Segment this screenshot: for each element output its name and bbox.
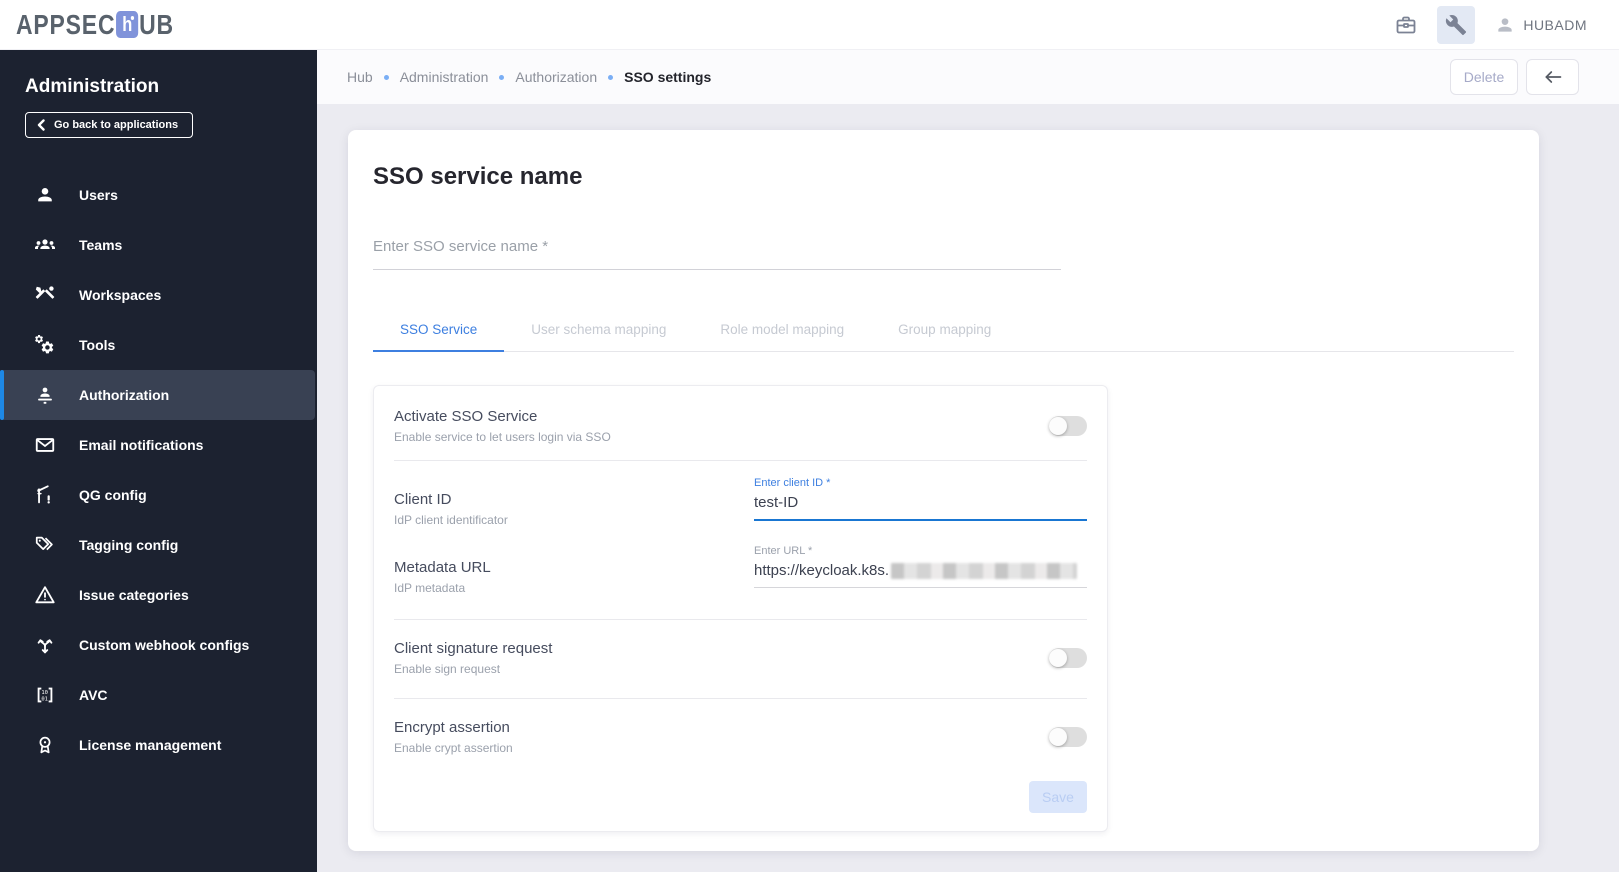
divider	[394, 698, 1087, 699]
metadata-url-row: Metadata URL IdP metadata Enter URL * ht…	[394, 545, 1087, 595]
breadcrumb-dot-icon	[608, 74, 614, 80]
tab-user-schema-mapping[interactable]: User schema mapping	[504, 312, 693, 351]
topbar: APPSEC h UB HUBADM	[0, 0, 1619, 50]
page-title: SSO service name	[373, 163, 583, 190]
encrypt-assertion-toggle[interactable]	[1049, 727, 1087, 747]
divider	[394, 619, 1087, 620]
encrypt-assertion-subtitle: Enable crypt assertion	[394, 741, 513, 755]
sidebar-item-authorization[interactable]: Authorization	[0, 370, 315, 420]
svg-text:10: 10	[41, 690, 48, 696]
sidebar-item-tagging-config[interactable]: Tagging config	[0, 520, 317, 570]
encrypt-assertion-row: Encrypt assertion Enable crypt assertion	[394, 719, 1087, 755]
tab-group-mapping[interactable]: Group mapping	[871, 312, 1018, 351]
briefcase-icon[interactable]	[1387, 6, 1425, 44]
client-signature-subtitle: Enable sign request	[394, 662, 501, 676]
activate-sso-toggle[interactable]	[1049, 416, 1087, 436]
sidebar-item-custom-webhook-configs[interactable]: Custom webhook configs	[0, 620, 317, 670]
encrypt-assertion-title: Encrypt assertion	[394, 719, 510, 736]
main-region: Hub Administration Authorization SSO set…	[317, 50, 1619, 872]
breadcrumb-dot-icon	[383, 74, 389, 80]
mail-icon	[33, 433, 57, 457]
sidebar-item-workspaces[interactable]: Workspaces	[0, 270, 317, 320]
redacted-url-segment	[891, 562, 1078, 579]
activate-sso-title: Activate SSO Service	[394, 408, 538, 425]
back-button[interactable]	[1526, 59, 1579, 95]
gate-icon	[33, 483, 57, 507]
breadcrumb: Hub Administration Authorization SSO set…	[347, 69, 711, 85]
username-label: HUBADM	[1523, 16, 1587, 33]
sidebar-item-issue-categories[interactable]: Issue categories	[0, 570, 317, 620]
go-back-to-applications-button[interactable]: Go back to applications	[25, 112, 194, 138]
sidebar-nav: Users Teams Workspaces Tools Authorizati…	[0, 170, 317, 770]
user-avatar-icon	[1498, 17, 1512, 32]
sidebar: Administration Go back to applications U…	[0, 50, 317, 872]
page-actions: Delete	[1450, 59, 1579, 95]
logo-h-square: h	[116, 11, 139, 38]
topbar-actions: HUBADM	[1387, 5, 1587, 44]
tab-sso-service[interactable]: SSO Service	[373, 312, 505, 352]
delete-button[interactable]: Delete	[1450, 59, 1518, 95]
assignment-person-icon	[33, 383, 57, 407]
svg-text:01: 01	[41, 697, 48, 703]
user-menu[interactable]: HUBADM	[1495, 15, 1587, 35]
breadcrumb-bar: Hub Administration Authorization SSO set…	[317, 50, 1619, 104]
metadata-url-input[interactable]: https://keycloak.k8s.	[754, 562, 1087, 588]
sidebar-item-tools[interactable]: Tools	[0, 320, 317, 370]
sso-service-form: Activate SSO Service Enable service to l…	[373, 385, 1108, 832]
person-icon	[33, 183, 57, 207]
sidebar-item-license-management[interactable]: License management	[0, 720, 317, 770]
client-signature-toggle[interactable]	[1049, 648, 1087, 668]
client-id-row: Client ID IdP client identificator Enter…	[394, 477, 1087, 527]
client-id-input[interactable]: test-ID	[754, 494, 1087, 521]
arrow-left-icon	[1545, 71, 1561, 83]
client-signature-row: Client signature request Enable sign req…	[394, 640, 1087, 676]
appsechub-logo: APPSEC h UB	[16, 9, 174, 41]
groups-icon	[33, 233, 57, 257]
breadcrumb-administration[interactable]: Administration	[400, 69, 489, 85]
breadcrumb-dot-icon	[499, 74, 505, 80]
sidebar-item-users[interactable]: Users	[0, 170, 317, 220]
admin-tools-icon[interactable]	[1437, 5, 1476, 44]
chevron-left-icon	[37, 119, 45, 131]
warning-triangle-icon	[33, 583, 57, 607]
tags-icon	[33, 533, 57, 557]
client-id-title: Client ID	[394, 491, 452, 508]
logo-text-pre: APPSEC	[16, 8, 116, 40]
sidebar-item-qg-config[interactable]: QG config	[0, 470, 317, 520]
metadata-url-subtitle: IdP metadata	[394, 581, 466, 595]
split-arrows-icon	[33, 633, 57, 657]
gears-icon	[33, 333, 57, 357]
construction-icon	[33, 283, 57, 307]
sso-settings-card: SSO service name SSO Service User schema…	[348, 130, 1539, 851]
medal-icon	[33, 733, 57, 757]
sidebar-item-email-notifications[interactable]: Email notifications	[0, 420, 317, 470]
breadcrumb-current: SSO settings	[624, 69, 712, 85]
binary-brackets-icon: 10 01	[33, 683, 57, 707]
tabs: SSO Service User schema mapping Role mod…	[373, 312, 1514, 352]
divider	[394, 460, 1087, 461]
breadcrumb-hub[interactable]: Hub	[347, 69, 373, 85]
breadcrumb-authorization[interactable]: Authorization	[515, 69, 597, 85]
sidebar-item-teams[interactable]: Teams	[0, 220, 317, 270]
sso-service-name-input[interactable]	[373, 238, 1061, 270]
sso-service-name-field	[373, 238, 1061, 270]
tab-role-model-mapping[interactable]: Role model mapping	[693, 312, 871, 351]
logo-text-post: UB	[139, 8, 174, 40]
activate-sso-row: Activate SSO Service Enable service to l…	[394, 408, 1087, 444]
metadata-url-input-label: Enter URL *	[754, 545, 813, 557]
sidebar-item-avc[interactable]: 10 01 AVC	[0, 670, 317, 720]
client-signature-title: Client signature request	[394, 640, 553, 657]
save-row: Save	[394, 781, 1087, 813]
save-button[interactable]: Save	[1029, 781, 1087, 813]
client-id-input-label: Enter client ID *	[754, 477, 831, 489]
sidebar-title: Administration	[25, 76, 160, 97]
metadata-url-title: Metadata URL	[394, 559, 491, 576]
client-id-subtitle: IdP client identificator	[394, 513, 508, 527]
activate-sso-subtitle: Enable service to let users login via SS…	[394, 430, 611, 444]
